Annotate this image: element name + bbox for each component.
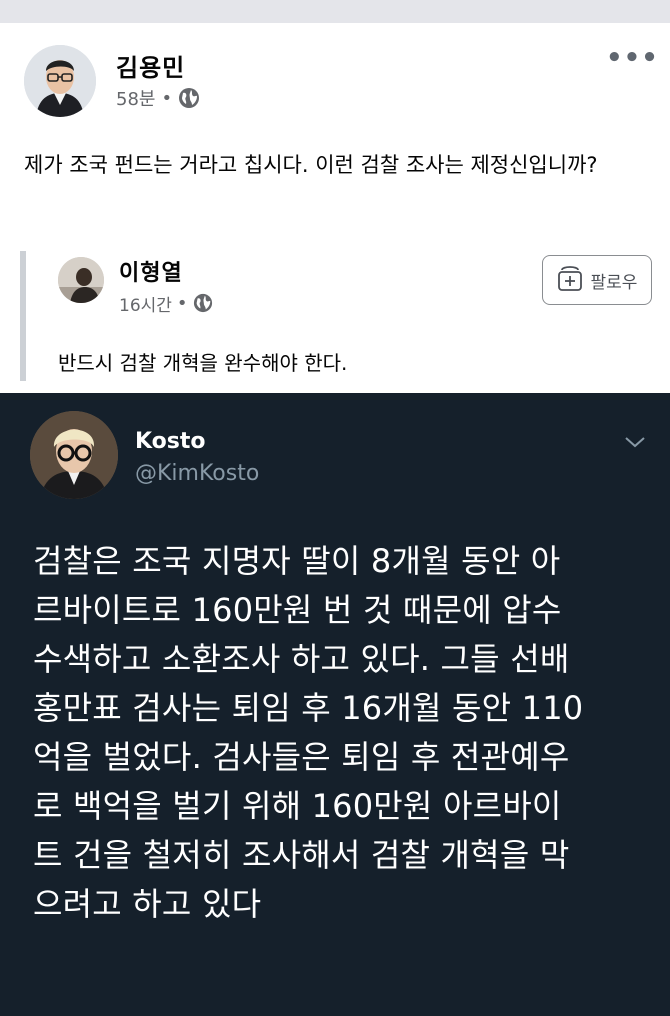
post-author-name[interactable]: 김용민 [116, 48, 185, 83]
post-text: 제가 조국 펀드는 거라고 칩시다. 이런 검찰 조사는 제정신입니까? [24, 153, 598, 177]
tweet-screenshot: Kosto @KimKosto 검찰은 조국 지명자 딸이 8개월 동안 아 르… [0, 393, 670, 1016]
shared-post-text: 반드시 검찰 개혁을 완수해야 한다. [58, 351, 348, 375]
follow-label: 팔로우 [590, 272, 638, 293]
facebook-post: 김용민 58분 • ••• 제가 조국 펀드는 거라고 칩시다. 이런 검찰 조… [0, 23, 670, 393]
post-meta: 58분 • [116, 85, 200, 111]
shared-author-name[interactable]: 이형열 [119, 255, 183, 287]
tweet-text: 검찰은 조국 지명자 딸이 8개월 동안 아 르바이트로 160만원 번 것 때… [33, 542, 584, 923]
shared-post-meta: 16시간 • [119, 291, 215, 316]
author-avatar[interactable] [24, 45, 96, 117]
follow-add-icon [557, 264, 583, 297]
shared-post-time[interactable]: 16시간 [119, 291, 172, 316]
tweet-author-handle[interactable]: @KimKosto [135, 461, 259, 486]
globe-icon[interactable] [193, 293, 215, 315]
globe-icon[interactable] [178, 87, 200, 109]
tweet-author-name[interactable]: Kosto [135, 429, 206, 454]
meta-separator: • [161, 87, 173, 109]
shared-post[interactable]: 이형열 16시간 • 팔로우 반드시 검찰 개혁을 완수해야 한다. [20, 251, 658, 381]
follow-button[interactable]: 팔로우 [542, 255, 652, 305]
top-separator-strip [0, 0, 670, 23]
more-options-button[interactable]: ••• [606, 45, 659, 71]
shared-author-avatar[interactable] [58, 257, 104, 303]
tweet-author-avatar[interactable] [30, 411, 118, 499]
chevron-down-icon[interactable] [622, 433, 648, 451]
post-time[interactable]: 58분 [116, 85, 155, 111]
meta-separator: • [176, 293, 188, 314]
